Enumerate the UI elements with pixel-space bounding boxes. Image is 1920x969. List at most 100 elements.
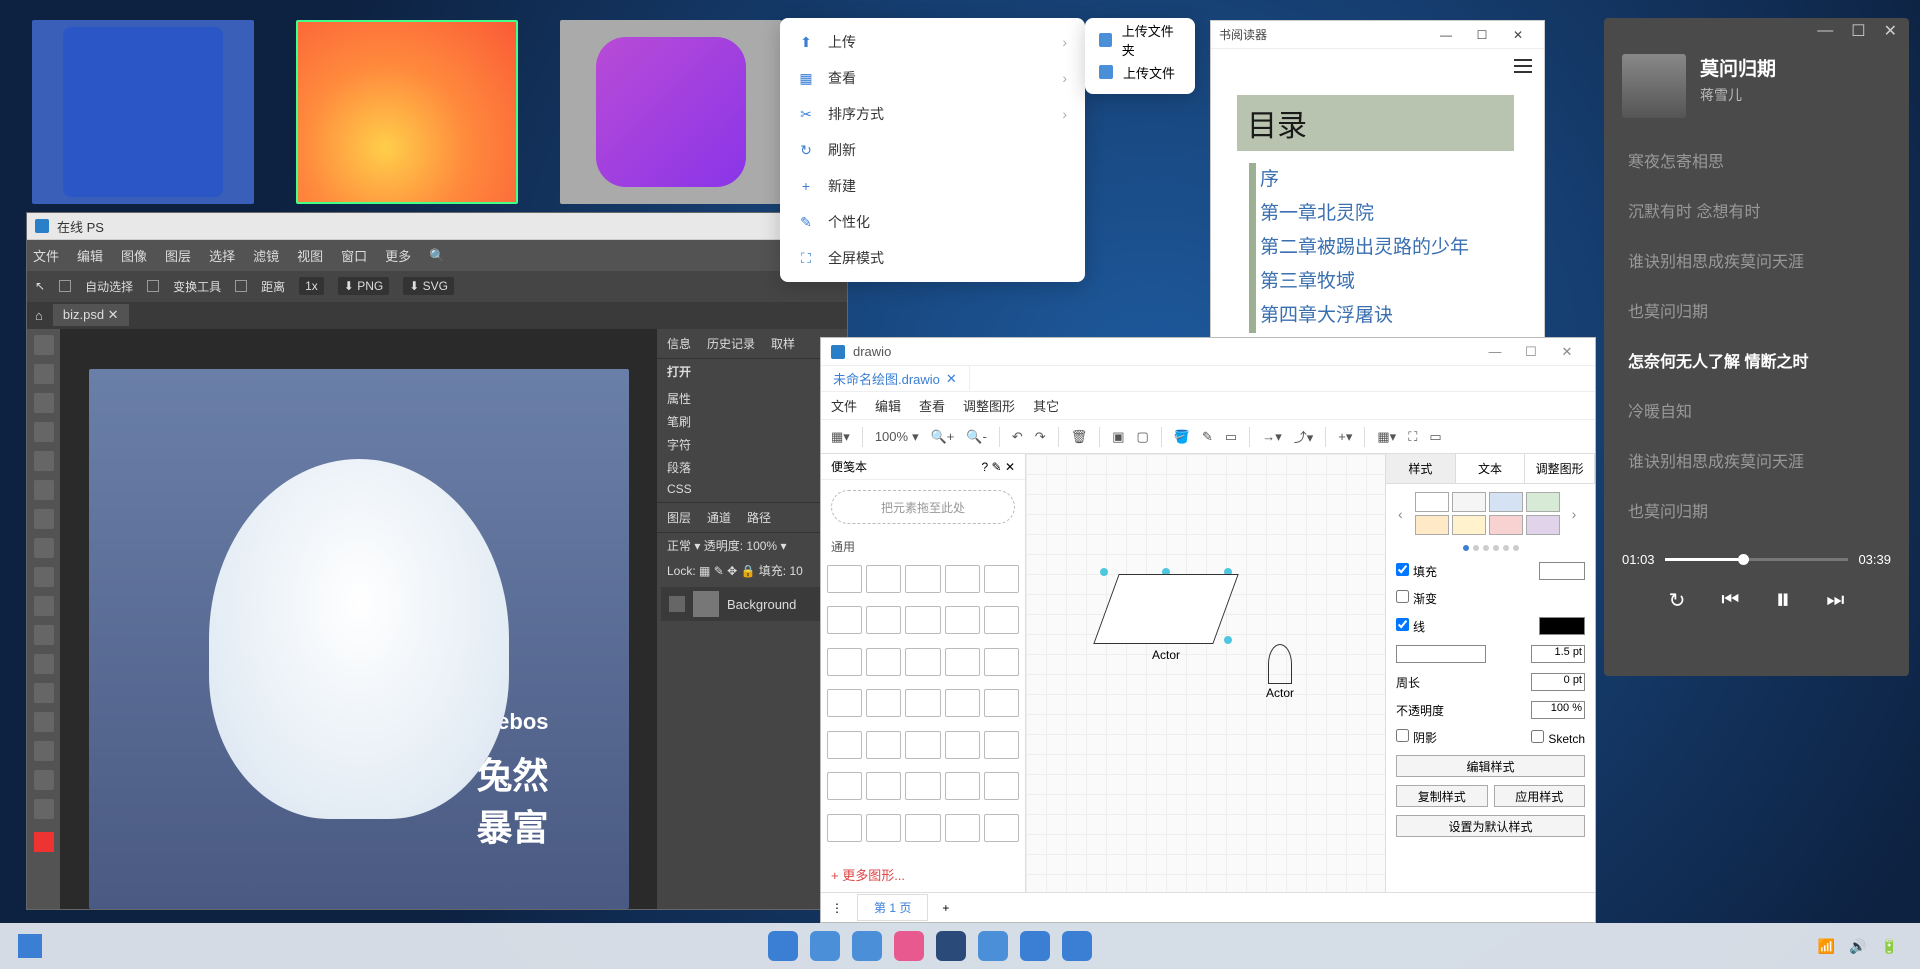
file-tab[interactable]: 未命名绘图.drawio✕ [821,366,970,391]
edit-style-button[interactable]: 编辑样式 [1396,755,1585,777]
to-back-icon[interactable]: ▢ [1137,429,1149,445]
tab-brush[interactable]: 笔刷 [667,413,691,430]
history-open[interactable]: 打开 [657,359,847,384]
opacity-input[interactable]: 100 % [1531,701,1585,719]
move-tool-icon[interactable]: ↖ [35,279,45,293]
shape-actor-selected[interactable]: Actor [1106,574,1226,662]
seek-bar[interactable] [1665,558,1849,561]
shape-item[interactable] [905,772,940,800]
shape-item[interactable] [866,689,901,717]
drawio-canvas[interactable]: Actor Actor [1026,454,1385,892]
tool-marquee[interactable] [34,364,54,384]
swatch[interactable] [1452,515,1486,535]
menu-edit[interactable]: 编辑 [875,396,901,415]
menu-window[interactable]: 窗口 [341,246,367,265]
menu-filter[interactable]: 滤镜 [253,246,279,265]
shape-item[interactable] [827,606,862,634]
shape-item[interactable] [866,814,901,842]
shape-item[interactable] [984,689,1019,717]
lyrics-panel[interactable]: 寒夜怎寄相思 沉默有时 念想有时 谁诀别相思成疾莫问天涯 也莫问归期 怎奈何无人… [1604,138,1909,538]
tab-info[interactable]: 信息 [667,335,691,352]
wifi-icon[interactable]: 📶 [1818,938,1835,955]
fill-color-icon[interactable]: 🪣 [1174,429,1190,445]
shape-item[interactable] [984,606,1019,634]
format-icon[interactable]: ▭ [1429,429,1441,445]
swatch[interactable] [1452,492,1486,512]
shape-item[interactable] [866,606,901,634]
line-color-icon[interactable]: ✎ [1202,429,1213,445]
page-menu-icon[interactable]: ⋮ [821,897,853,919]
gradient-checkbox[interactable]: 渐变 [1396,590,1437,607]
swatch[interactable] [1526,492,1560,512]
shape-item[interactable] [905,689,940,717]
default-style-button[interactable]: 设置为默认样式 [1396,815,1585,837]
ctx-personalize[interactable]: ✎个性化 [780,204,1085,240]
upload-file[interactable]: 上传文件 [1085,56,1195,88]
menu-icon[interactable] [1514,59,1532,73]
scratch-actions[interactable]: ? ✎ ✕ [982,460,1015,474]
menu-arrange[interactable]: 调整图形 [963,396,1015,415]
volume-icon[interactable]: 🔊 [1849,938,1866,955]
fill-value[interactable]: 10 [789,564,802,578]
tool-wand[interactable] [34,422,54,442]
taskbar-app-reader[interactable] [978,931,1008,961]
next-icon[interactable]: › [1568,506,1581,522]
tool-crop[interactable] [34,451,54,471]
fill-checkbox[interactable]: 填充 [1396,563,1437,580]
shape-item[interactable] [827,689,862,717]
drop-zone[interactable]: 把元素拖至此处 [831,490,1015,524]
prev-icon[interactable]: ‹ [1394,506,1407,522]
desktop-file-2[interactable] [296,20,518,229]
visibility-icon[interactable] [669,596,685,612]
tool-eyedropper[interactable] [34,480,54,500]
menu-select[interactable]: 选择 [209,246,235,265]
taskbar-app-other[interactable] [1062,931,1092,961]
close-button[interactable]: ✕ [1500,28,1536,42]
upload-folder[interactable]: 上传文件夹 [1085,24,1195,56]
tab-props[interactable]: 属性 [667,390,691,407]
tool-eraser[interactable] [34,596,54,616]
swatch[interactable] [1489,515,1523,535]
shape-item[interactable] [905,814,940,842]
transform-checkbox[interactable] [147,280,159,292]
shadow-checkbox[interactable]: 阴影 [1396,729,1437,746]
resize-handle[interactable] [1224,636,1232,644]
shape-item[interactable] [866,648,901,676]
fullscreen-icon[interactable]: ⛶ [1408,429,1417,445]
sidebar-toggle-icon[interactable]: ▦▾ [831,429,850,445]
toc-link[interactable]: 第一章北灵院 [1249,197,1526,231]
shape-item[interactable] [945,606,980,634]
tab-layers[interactable]: 图层 [667,509,691,526]
delete-icon[interactable]: 🗑 [1071,429,1088,445]
taskbar-app-ps[interactable] [936,931,966,961]
menu-view[interactable]: 视图 [297,246,323,265]
more-shapes-button[interactable]: + 更多图形... [821,857,1025,892]
shape-item[interactable] [905,648,940,676]
shape-item[interactable] [827,731,862,759]
export-svg-button[interactable]: ⬇ SVG [403,277,454,295]
tool-gradient[interactable] [34,625,54,645]
taskbar-app-drawio[interactable] [1020,931,1050,961]
tool-heal[interactable] [34,509,54,529]
tool-move[interactable] [34,335,54,355]
document-tab[interactable]: biz.psd ✕ [53,304,129,326]
tool-brush[interactable] [34,538,54,558]
battery-icon[interactable]: 🔋 [1881,938,1898,955]
opacity-value[interactable]: 100% [746,539,777,553]
shape-item[interactable] [945,689,980,717]
shape-item[interactable] [866,772,901,800]
shape-item[interactable] [905,565,940,593]
window-titlebar[interactable]: 在线 PS [27,213,847,240]
zoom-out-icon[interactable]: 🔍- [966,429,987,445]
tool-zoom[interactable] [34,799,54,819]
menu-file[interactable]: 文件 [33,246,59,265]
shape-item[interactable] [984,565,1019,593]
loop-button[interactable]: ↻ [1669,588,1686,613]
tab-text[interactable]: 文本 [1456,454,1526,483]
layer-background[interactable]: Background [661,587,843,621]
zoom-select[interactable]: 1x [299,277,324,295]
toc-link[interactable]: 第二章被踢出灵路的少年 [1249,231,1526,265]
swatch[interactable] [1526,515,1560,535]
toc-link[interactable]: 第三章牧域 [1249,265,1526,299]
table-icon[interactable]: ▦▾ [1377,429,1396,445]
